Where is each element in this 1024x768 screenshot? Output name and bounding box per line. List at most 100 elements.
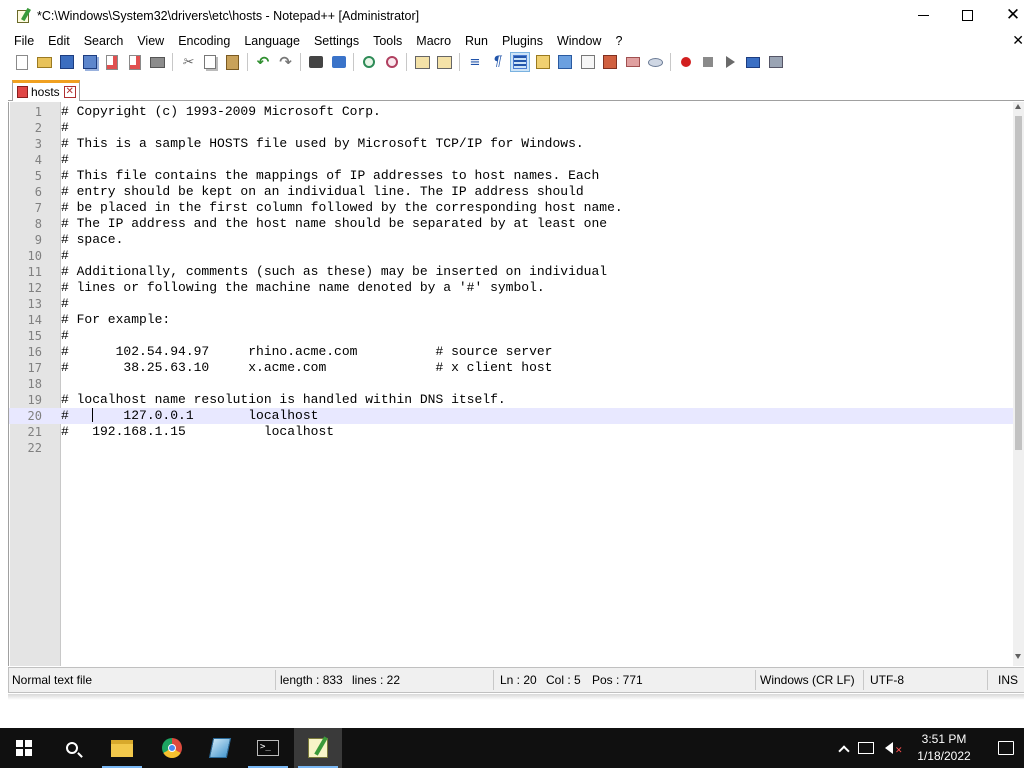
editor-line[interactable]: 15 # [9,328,1013,344]
line-text[interactable]: # This is a sample HOSTS file used by Mi… [61,136,584,152]
editor-line[interactable]: 11 # Additionally, comments (such as thes… [9,264,1013,280]
line-text[interactable]: # [61,296,69,312]
line-text[interactable]: # For example: [61,312,170,328]
show-all-characters-button[interactable]: ¶ [489,53,507,71]
close-all-button[interactable] [126,53,144,71]
vertical-scrollbar[interactable] [1013,102,1024,666]
save-all-button[interactable] [81,53,99,71]
zoom-in-button[interactable] [360,53,378,71]
editor-line[interactable]: 6 # entry should be kept on an individual… [9,184,1013,200]
indent-guide-button[interactable] [510,52,530,72]
editor-line[interactable]: 10 # [9,248,1013,264]
minimize-button[interactable] [900,0,946,31]
menu-edit[interactable]: Edit [41,34,77,48]
menu-macro[interactable]: Macro [409,34,458,48]
menu-settings[interactable]: Settings [307,34,366,48]
folder-as-workspace-button[interactable] [601,53,619,71]
menu-help[interactable]: ? [608,34,629,48]
monitoring-button[interactable] [646,53,664,71]
editor-line[interactable]: 4 # [9,152,1013,168]
scroll-up-icon[interactable] [1015,104,1021,109]
editor-line[interactable]: 16 # 102.54.94.97 rhino.acme.com # source… [9,344,1013,360]
title-bar[interactable]: *C:\Windows\System32\drivers\etc\hosts -… [0,0,1024,31]
line-text[interactable]: # 192.168.1.15 localhost [61,424,334,440]
playback-macro-button[interactable] [722,53,740,71]
taskbar-chrome[interactable] [148,728,196,768]
taskbar-notepad-plus-plus[interactable] [294,728,342,768]
line-text[interactable]: # localhost name resolution is handled w… [61,392,506,408]
menu-run[interactable]: Run [458,34,495,48]
show-hidden-icons-button[interactable] [834,728,854,768]
taskbar-virtual-machine[interactable] [196,728,244,768]
menu-search[interactable]: Search [77,34,131,48]
line-text[interactable]: # be placed in the first column followed… [61,200,623,216]
editor-line[interactable]: 12 # lines or following the machine name … [9,280,1013,296]
status-eol[interactable]: Windows (CR LF) [757,668,855,692]
taskbar-search-button[interactable] [48,728,96,768]
volume-button[interactable]: ✕ [878,728,903,768]
menu-language[interactable]: Language [237,34,307,48]
word-wrap-button[interactable]: ≡ [466,53,484,71]
clock-button[interactable]: 3:51 PM 1/18/2022 [900,728,988,768]
replace-button[interactable] [330,53,348,71]
editor-line[interactable]: 19 # localhost name resolution is handled… [9,392,1013,408]
editor-line[interactable]: 14 # For example: [9,312,1013,328]
line-text[interactable]: # This file contains the mappings of IP … [61,168,599,184]
stop-recording-button[interactable] [699,53,717,71]
editor-line[interactable]: 18 [9,376,1013,392]
tab-hosts[interactable]: hosts ✕ [12,80,80,101]
editor-line[interactable]: 3 # This is a sample HOSTS file used by M… [9,136,1013,152]
line-text[interactable]: # space. [61,232,123,248]
record-macro-button[interactable] [677,53,695,71]
taskbar-command-prompt[interactable]: >_ [244,728,292,768]
scrollbar-thumb[interactable] [1015,116,1022,450]
save-macro-button[interactable] [767,53,785,71]
menu-view[interactable]: View [130,34,171,48]
run-macro-multiple-button[interactable] [744,53,762,71]
editor-line[interactable]: 22 [9,440,1013,456]
editor-line[interactable]: 8 # The IP address and the host name shou… [9,216,1013,232]
find-button[interactable] [307,53,325,71]
menu-file[interactable]: File [0,34,41,48]
tab-close-icon[interactable]: ✕ [63,86,76,98]
close-window-button[interactable]: ✕ [990,0,1024,31]
line-text[interactable]: # Copyright (c) 1993-2009 Microsoft Corp… [61,104,381,120]
line-text[interactable]: # [61,152,69,168]
menu-plugins[interactable]: Plugins [495,34,550,48]
line-text[interactable]: # [61,328,69,344]
line-text[interactable]: # 127.0.0.1 localhost [61,408,318,424]
editor-line[interactable]: 5 # This file contains the mappings of IP… [9,168,1013,184]
new-file-button[interactable] [13,53,31,71]
undo-button[interactable]: ↶ [254,53,272,71]
sync-vertical-button[interactable] [413,53,431,71]
line-text[interactable]: # 102.54.94.97 rhino.acme.com # source s… [61,344,552,360]
user-defined-language-button[interactable] [534,53,552,71]
status-encoding[interactable]: UTF-8 [867,668,904,692]
editor-line[interactable]: 1 # Copyright (c) 1993-2009 Microsoft Cor… [9,104,1013,120]
sync-horizontal-button[interactable] [436,53,454,71]
paste-button[interactable] [224,53,242,71]
close-button[interactable] [103,53,121,71]
open-file-button[interactable] [36,53,54,71]
line-text[interactable]: # Additionally, comments (such as these)… [61,264,607,280]
editor-line[interactable]: 2 # [9,120,1013,136]
editor-line[interactable]: 20 # 127.0.0.1 localhost [9,408,1013,424]
editor-line[interactable]: 21 # 192.168.1.15 localhost [9,424,1013,440]
scroll-down-icon[interactable] [1015,654,1021,659]
zoom-out-button[interactable] [383,53,401,71]
line-text[interactable]: # [61,120,69,136]
fold-all-button[interactable] [624,53,642,71]
line-text[interactable]: # lines or following the machine name de… [61,280,545,296]
maximize-button[interactable] [944,0,990,31]
text-editor[interactable]: 1 # Copyright (c) 1993-2009 Microsoft Cor… [8,102,1024,666]
menu-window[interactable]: Window [550,34,608,48]
action-center-button[interactable] [988,728,1024,768]
taskbar-file-explorer[interactable] [98,728,146,768]
network-button[interactable] [854,728,878,768]
redo-button[interactable]: ↷ [277,53,295,71]
cut-button[interactable]: ✂ [179,53,197,71]
copy-button[interactable] [201,53,219,71]
editor-line[interactable]: 9 # space. [9,232,1013,248]
line-text[interactable]: # [61,248,69,264]
save-button[interactable] [58,53,76,71]
